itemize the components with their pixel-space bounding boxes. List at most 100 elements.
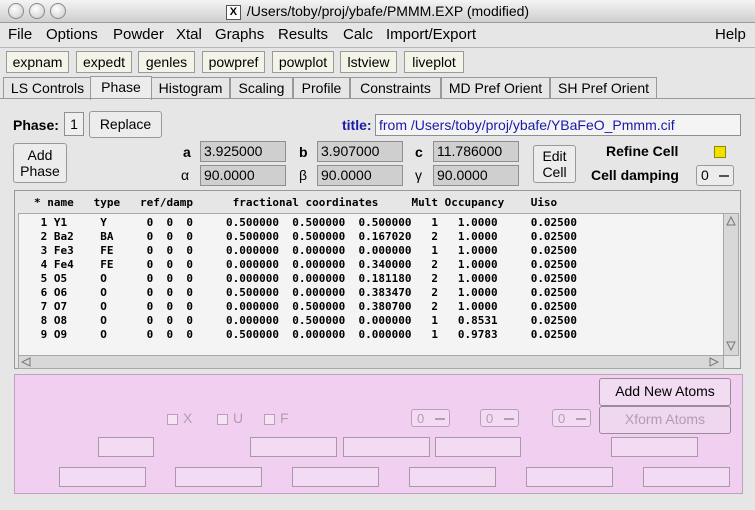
toolbar: expnam expedt genles powpref powplot lst… [0, 48, 755, 76]
atom-row[interactable]: 1 Y1 Y 0 0 0 0.500000 0.500000 0.500000 … [34, 216, 577, 229]
atom-row[interactable]: 6 O6 O 0 0 0 0.500000 0.000000 0.383470 … [34, 286, 577, 299]
edit-field[interactable] [98, 437, 154, 457]
scroll-down-icon[interactable] [726, 341, 736, 351]
menu-import-export[interactable]: Import/Export [386, 26, 476, 43]
window-title-bar: X/Users/toby/proj/ybafe/PMMM.EXP (modifi… [0, 0, 755, 23]
menu-help[interactable]: Help [715, 26, 746, 43]
tab-phase[interactable]: Phase [90, 76, 152, 100]
cell-damping-value: 0 [701, 167, 709, 183]
menu-powder[interactable]: Powder [113, 26, 164, 43]
tab-divider [0, 98, 755, 99]
cell-damping-label: Cell damping [591, 167, 679, 183]
menu-graphs[interactable]: Graphs [215, 26, 264, 43]
atom-row[interactable]: 8 O8 O 0 0 0 0.000000 0.500000 0.000000 … [34, 314, 577, 327]
refine-u-checkbox[interactable] [217, 414, 228, 425]
scroll-up-icon[interactable] [726, 216, 736, 226]
add-new-atoms-button[interactable]: Add New Atoms [599, 378, 731, 406]
cell-alpha-field[interactable]: 90.0000 [200, 165, 286, 186]
phase-number-field[interactable]: 1 [64, 112, 84, 136]
add-phase-label-line2: Phase [20, 163, 60, 179]
add-phase-label-line1: Add [27, 147, 53, 163]
add-phase-button[interactable]: Add Phase [13, 143, 67, 183]
atom-row[interactable]: 5 O5 O 0 0 0 0.000000 0.000000 0.181180 … [34, 272, 577, 285]
replace-button[interactable]: Replace [89, 111, 162, 138]
edit-cell-label-line2: Cell [542, 164, 567, 180]
xform-atoms-button[interactable]: Xform Atoms [599, 406, 731, 434]
refine-x-checkbox[interactable] [167, 414, 178, 425]
tab-constraints[interactable]: Constraints [350, 77, 441, 99]
menu-bar: File Options Powder Xtal Graphs Results … [0, 22, 755, 48]
edit-field[interactable] [250, 437, 337, 457]
powplot-button[interactable]: powplot [272, 51, 334, 73]
cell-a-label: a [183, 144, 191, 160]
edit-field[interactable] [175, 467, 262, 487]
cell-c-field[interactable]: 11.786000 [433, 141, 519, 162]
edit-field[interactable] [435, 437, 521, 457]
refine-f-checkbox[interactable] [264, 414, 275, 425]
atom-list-horizontal-scrollbar[interactable] [18, 355, 724, 369]
menu-file[interactable]: File [8, 26, 32, 43]
menu-results[interactable]: Results [278, 26, 328, 43]
edit-field[interactable] [643, 467, 730, 487]
edit-field[interactable] [526, 467, 613, 487]
menu-indicator-icon [719, 175, 729, 177]
cell-alpha-label: α [181, 167, 190, 183]
cell-b-label: b [299, 144, 308, 160]
tab-profile[interactable]: Profile [293, 77, 350, 99]
atom-list-header: * name type ref/damp fractional coordina… [34, 196, 558, 209]
tab-md-pref-orient[interactable]: MD Pref Orient [441, 77, 550, 99]
damp-f-menu[interactable]: 0 [552, 409, 591, 427]
edit-field[interactable] [59, 467, 146, 487]
cell-beta-label: β [299, 167, 308, 183]
refine-f-label: F [280, 410, 289, 426]
expedt-button[interactable]: expedt [76, 51, 132, 73]
edit-field[interactable] [343, 437, 430, 457]
tab-histogram[interactable]: Histogram [151, 77, 230, 99]
atom-row[interactable]: 7 O7 O 0 0 0 0.000000 0.500000 0.380700 … [34, 300, 577, 313]
x11-icon: X [225, 5, 241, 20]
atom-row[interactable]: 3 Fe3 FE 0 0 0 0.000000 0.000000 0.00000… [34, 244, 577, 257]
atom-row[interactable]: 4 Fe4 FE 0 0 0 0.000000 0.000000 0.34000… [34, 258, 577, 271]
atom-row[interactable]: 2 Ba2 BA 0 0 0 0.500000 0.500000 0.16702… [34, 230, 577, 243]
window-title: X/Users/toby/proj/ybafe/PMMM.EXP (modifi… [0, 3, 755, 20]
menu-calc[interactable]: Calc [343, 26, 373, 43]
genles-button[interactable]: genles [138, 51, 195, 73]
edit-field[interactable] [409, 467, 496, 487]
tab-sh-pref-orient[interactable]: SH Pref Orient [550, 77, 657, 99]
liveplot-button[interactable]: liveplot [404, 51, 464, 73]
edit-cell-label-line1: Edit [542, 148, 567, 164]
lstview-button[interactable]: lstview [340, 51, 397, 73]
damp-x-menu[interactable]: 0 [411, 409, 450, 427]
phase-label: Phase: [13, 117, 59, 133]
scroll-left-icon[interactable] [21, 357, 31, 367]
menu-xtal[interactable]: Xtal [176, 26, 202, 43]
edit-field[interactable] [611, 437, 698, 457]
cell-damping-menu[interactable]: 0 [696, 165, 734, 186]
damp-u-value: 0 [486, 411, 494, 426]
window-title-text: /Users/toby/proj/ybafe/PMMM.EXP (modifie… [246, 3, 530, 19]
damp-u-menu[interactable]: 0 [480, 409, 519, 427]
tab-ls-controls[interactable]: LS Controls [3, 77, 92, 99]
cell-beta-field[interactable]: 90.0000 [317, 165, 403, 186]
cell-a-field[interactable]: 3.925000 [200, 141, 286, 162]
expnam-button[interactable]: expnam [6, 51, 69, 73]
powpref-button[interactable]: powpref [202, 51, 265, 73]
tab-scaling[interactable]: Scaling [230, 77, 293, 99]
menu-indicator-icon [576, 418, 586, 420]
cell-c-label: c [415, 144, 423, 160]
phase-title-field[interactable]: from /Users/toby/proj/ybafe/YBaFeO_Pmmm.… [375, 114, 741, 136]
damp-x-value: 0 [417, 411, 425, 426]
menu-indicator-icon [435, 418, 445, 420]
cell-gamma-field[interactable]: 90.0000 [433, 165, 519, 186]
atom-list-vertical-scrollbar[interactable] [723, 213, 739, 356]
cell-b-field[interactable]: 3.907000 [317, 141, 403, 162]
refine-u-label: U [233, 410, 244, 426]
refine-cell-checkbox[interactable] [714, 146, 726, 158]
scroll-right-icon[interactable] [709, 357, 719, 367]
atom-list[interactable]: 1 Y1 Y 0 0 0 0.500000 0.500000 0.500000 … [18, 213, 724, 356]
atom-row[interactable]: 9 O9 O 0 0 0 0.500000 0.000000 0.000000 … [34, 328, 577, 341]
edit-field[interactable] [292, 467, 379, 487]
edit-cell-button[interactable]: Edit Cell [533, 145, 576, 183]
menu-options[interactable]: Options [46, 26, 98, 43]
refine-cell-label: Refine Cell [606, 143, 679, 159]
